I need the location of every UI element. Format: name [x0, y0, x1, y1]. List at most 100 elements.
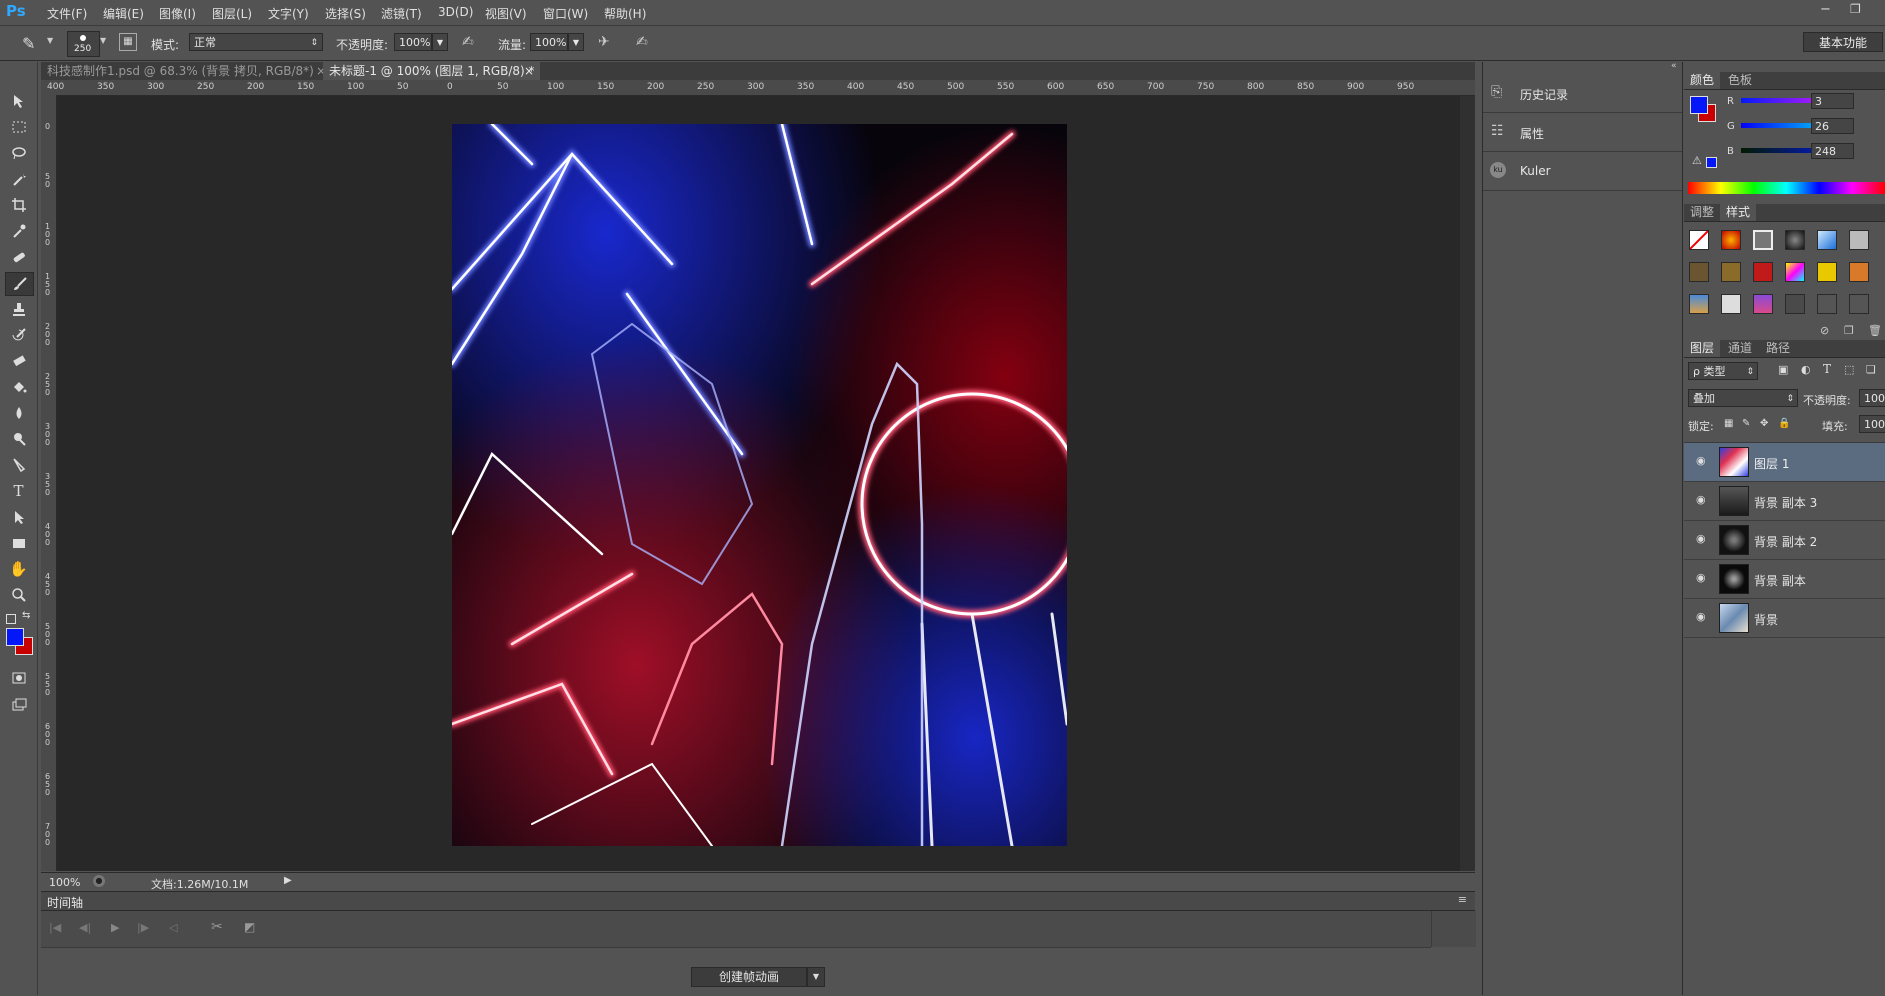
mode-select[interactable]: 正常 ⇕ [189, 33, 323, 51]
tab-paths[interactable]: 路径 [1760, 340, 1796, 357]
clear-style-icon[interactable]: ⊘ [1820, 324, 1829, 337]
horizontal-ruler[interactable]: 400 350 300 250 200 150 100 50 0 50 100 150 200 250 30… [41, 80, 1475, 96]
style-swatch[interactable] [1785, 262, 1805, 282]
collapse-arrows-icon[interactable]: « [1671, 61, 1677, 71]
layer-filter-select[interactable]: ρ 类型 ⇕ [1688, 362, 1758, 380]
timeline-title[interactable]: 时间轴 [47, 894, 83, 911]
eyedropper-tool-icon[interactable] [5, 220, 32, 242]
layer-row[interactable]: ◉ 背景 [1684, 599, 1885, 638]
style-swatch[interactable] [1689, 294, 1709, 314]
menu-file[interactable]: 文件(F) [47, 5, 87, 22]
style-swatch[interactable] [1849, 262, 1869, 282]
restore-icon[interactable]: ❐ [1850, 2, 1861, 16]
lock-position-icon[interactable]: ✥ [1760, 418, 1768, 429]
audio-icon[interactable]: ◁ [169, 921, 177, 934]
move-tool-icon[interactable] [5, 90, 32, 112]
pressure-size-icon[interactable]: ✍ [636, 34, 648, 50]
menu-help[interactable]: 帮助(H) [604, 5, 646, 22]
lock-paint-icon[interactable]: ✎ [1742, 418, 1750, 429]
vertical-ruler[interactable]: 0 50 100 150 200 250 300 350 400 450 500 550 600 650 7… [41, 95, 57, 871]
dodge-tool-icon[interactable] [5, 428, 32, 450]
layer-name[interactable]: 背景 副本 [1754, 572, 1806, 589]
panel-menu-icon[interactable]: ≡ [1458, 893, 1467, 906]
dock-kuler[interactable]: ku Kuler [1483, 152, 1682, 191]
brush-tool-icon[interactable]: ✎ [22, 34, 35, 53]
rectangle-tool-icon[interactable] [5, 532, 32, 554]
style-swatch[interactable] [1849, 230, 1869, 250]
flow-input[interactable]: 100% [530, 33, 568, 51]
filter-smart-object-icon[interactable]: ❏ [1866, 363, 1876, 376]
filter-pixel-icon[interactable]: ▣ [1778, 363, 1788, 376]
flow-dropdown-icon[interactable]: ▼ [568, 33, 584, 51]
zoom-level[interactable]: 100% [49, 876, 80, 889]
gamut-warning-icon[interactable]: ⚠ [1692, 154, 1702, 167]
tab-styles[interactable]: 样式 [1720, 204, 1757, 221]
preset-arrow-icon[interactable]: ▼ [47, 36, 53, 45]
airbrush-icon[interactable]: ✈ [598, 34, 610, 50]
create-frame-animation-button[interactable]: 创建帧动画 [691, 967, 807, 987]
filter-adjustment-icon[interactable]: ◐ [1801, 363, 1811, 376]
lock-transparent-icon[interactable]: ▦ [1724, 418, 1733, 429]
channel-b-input[interactable]: 248 [1811, 143, 1854, 159]
menu-3d[interactable]: 3D(D) [438, 5, 473, 19]
new-style-icon[interactable]: ❐ [1844, 324, 1854, 337]
path-selection-tool-icon[interactable] [5, 506, 32, 528]
menu-type[interactable]: 文字(Y) [268, 5, 309, 22]
filter-type-icon[interactable]: T [1823, 362, 1831, 376]
first-frame-icon[interactable]: |◀ [49, 921, 61, 934]
document-canvas[interactable] [452, 124, 1067, 846]
healing-brush-tool-icon[interactable] [5, 246, 32, 268]
quick-mask-icon[interactable] [5, 667, 32, 689]
workspace-switcher[interactable]: 基本功能 [1803, 32, 1883, 52]
previous-frame-icon[interactable]: ◀| [79, 921, 91, 934]
paint-bucket-tool-icon[interactable] [5, 376, 32, 398]
lock-all-icon[interactable]: 🔒 [1778, 418, 1790, 429]
tab-channels[interactable]: 通道 [1722, 340, 1758, 357]
tab-color[interactable]: 颜色 [1684, 72, 1721, 89]
layer-row[interactable]: ◉ 背景 副本 [1684, 560, 1885, 599]
crop-tool-icon[interactable] [5, 194, 32, 216]
minimize-icon[interactable]: − [1820, 2, 1831, 17]
style-swatch[interactable] [1753, 230, 1773, 250]
tab-swatches[interactable]: 色板 [1722, 72, 1758, 89]
split-scissors-icon[interactable]: ✂ [211, 919, 223, 935]
tab-document-1[interactable]: 科技感制作1.psd @ 68.3% (背景 拷贝, RGB/8*) × [41, 62, 332, 80]
menu-edit[interactable]: 编辑(E) [103, 5, 144, 22]
type-tool-icon[interactable]: T [5, 480, 32, 502]
play-icon[interactable]: ▶ [111, 921, 119, 934]
menu-view[interactable]: 视图(V) [485, 5, 527, 22]
layer-opacity-input[interactable]: 100% [1859, 389, 1885, 407]
visibility-eye-icon[interactable]: ◉ [1696, 532, 1706, 545]
delete-style-icon[interactable]: 🗑 [1868, 324, 1882, 337]
brush-picker-arrow-icon[interactable]: ▼ [100, 36, 106, 45]
layer-name[interactable]: 图层 1 [1754, 455, 1789, 472]
style-swatch[interactable] [1849, 294, 1869, 314]
style-swatch[interactable] [1785, 230, 1805, 250]
magic-wand-tool-icon[interactable] [5, 168, 32, 190]
channel-r-input[interactable]: 3 [1811, 93, 1854, 109]
visibility-eye-icon[interactable]: ◉ [1696, 610, 1706, 623]
visibility-eye-icon[interactable]: ◉ [1696, 493, 1706, 506]
clone-stamp-tool-icon[interactable] [5, 298, 32, 320]
layer-row[interactable]: ◉ 背景 副本 3 [1684, 482, 1885, 521]
brush-tool-icon[interactable] [5, 272, 34, 296]
hand-tool-icon[interactable]: ✋ [5, 558, 32, 580]
tab-document-2[interactable]: 未标题-1 @ 100% (图层 1, RGB/8) * × [323, 62, 540, 80]
style-swatch[interactable] [1689, 262, 1709, 282]
style-swatch[interactable] [1817, 294, 1837, 314]
tab-adjustments[interactable]: 调整 [1684, 204, 1720, 221]
menu-image[interactable]: 图像(I) [159, 5, 196, 22]
zoom-tool-icon[interactable] [5, 584, 32, 606]
web-safe-swatch[interactable] [1706, 157, 1717, 168]
opacity-dropdown-icon[interactable]: ▼ [432, 33, 448, 51]
filter-shape-icon[interactable]: ⬚ [1844, 363, 1854, 376]
layer-row[interactable]: ◉ 图层 1 [1684, 443, 1885, 482]
style-none-swatch[interactable] [1689, 230, 1709, 250]
style-swatch[interactable] [1753, 294, 1773, 314]
style-swatch[interactable] [1817, 262, 1837, 282]
dock-properties[interactable]: ☷ 属性 [1483, 113, 1682, 152]
screen-mode-icon[interactable] [5, 694, 32, 716]
layer-name[interactable]: 背景 副本 2 [1754, 533, 1817, 550]
menu-window[interactable]: 窗口(W) [543, 5, 588, 22]
foreground-color-swatch[interactable] [6, 628, 24, 646]
